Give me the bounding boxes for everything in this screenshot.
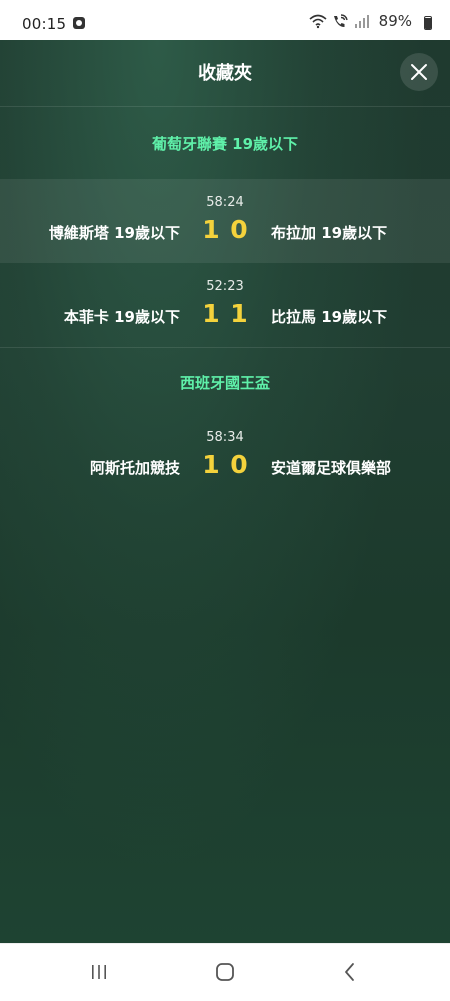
app-notification-icon: [73, 17, 85, 29]
home-button[interactable]: [213, 961, 237, 983]
battery-level: [425, 18, 431, 29]
favorites-screen: 收藏夾 葡萄牙聯賽 19歲以下 58:24 博維斯塔 19歲以下 1 0 布拉加…: [0, 40, 450, 943]
close-button[interactable]: [400, 53, 438, 91]
league-header: 葡萄牙聯賽 19歲以下: [151, 134, 299, 153]
league-header: 西班牙國王盃: [179, 373, 270, 392]
home-score: 1: [202, 450, 220, 479]
match-time: 58:34: [206, 430, 244, 445]
home-team: 阿斯托加競技: [89, 459, 180, 477]
header: 收藏夾: [0, 40, 450, 107]
match-row[interactable]: 52:23 本菲卡 19歲以下 1 1 比拉馬 19歲以下: [0, 263, 450, 348]
away-score: 0: [230, 215, 248, 244]
status-time: 00:15: [22, 15, 67, 33]
home-score: 1: [202, 299, 220, 328]
away-team: 安道爾足球俱樂部: [271, 459, 392, 477]
home-team: 博維斯塔 19歲以下: [48, 224, 180, 242]
match-time: 58:24: [206, 195, 244, 210]
home-team: 本菲卡 19歲以下: [63, 308, 180, 326]
recent-apps-button[interactable]: [87, 961, 111, 983]
battery-percent: 89%: [378, 12, 412, 30]
match-row[interactable]: 58:24 博維斯塔 19歲以下 1 0 布拉加 19歲以下: [0, 179, 450, 263]
away-score: 0: [230, 450, 248, 479]
home-icon: [216, 963, 234, 981]
back-button[interactable]: [338, 961, 362, 983]
away-team: 比拉馬 19歲以下: [271, 308, 388, 326]
close-icon: [411, 64, 427, 80]
away-team: 布拉加 19歲以下: [271, 224, 388, 242]
status-icons: 89%: [309, 12, 412, 30]
system-nav-bar: [0, 943, 450, 1001]
wifi-icon: [309, 14, 327, 29]
battery-icon: [424, 16, 432, 30]
match-time: 52:23: [206, 279, 244, 294]
away-score: 1: [230, 299, 248, 328]
home-score: 1: [202, 215, 220, 244]
recent-apps-icon: [92, 965, 106, 979]
match-row[interactable]: 58:34 阿斯托加競技 1 0 安道爾足球俱樂部: [0, 414, 450, 498]
back-icon: [345, 963, 354, 981]
signal-icon: [354, 15, 369, 28]
status-bar: 00:15 89%: [0, 0, 450, 40]
page-title: 收藏夾: [198, 63, 252, 84]
wifi-calling-icon: [333, 14, 348, 27]
